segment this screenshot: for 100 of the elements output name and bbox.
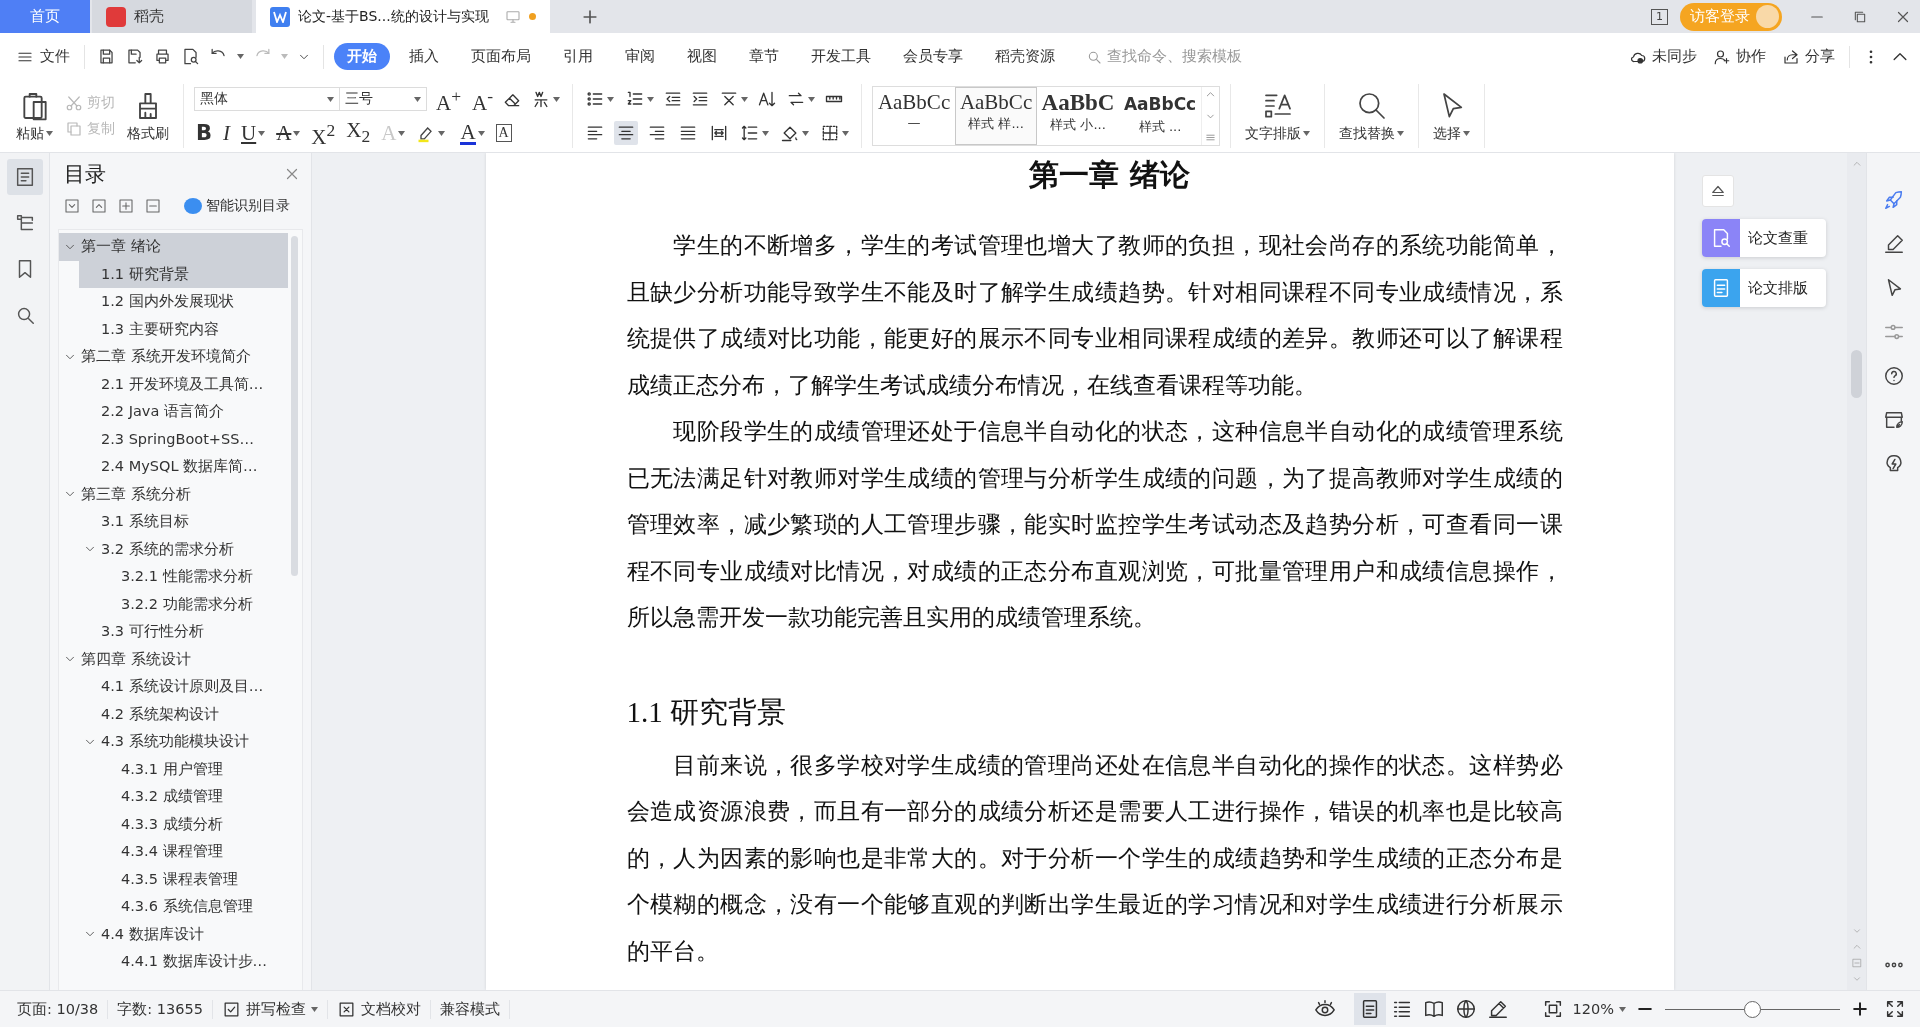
- expand-all-icon[interactable]: [64, 198, 80, 214]
- style-preset[interactable]: AaBbCc —: [873, 87, 956, 145]
- toc-item[interactable]: 4.4.1 数据库设计步…: [99, 948, 288, 976]
- window-count-badge[interactable]: 1: [1651, 8, 1668, 25]
- toc-item[interactable]: 4.1 系统设计原则及目…: [79, 673, 288, 701]
- ribbon-tab[interactable]: 稻壳资源: [982, 43, 1068, 70]
- boxed-format-button[interactable]: A: [493, 124, 514, 142]
- text-layout-button[interactable]: 文字排版: [1241, 87, 1315, 145]
- find-button[interactable]: 查找替换: [1335, 87, 1409, 145]
- color-format-button[interactable]: A: [458, 121, 487, 145]
- toc-item[interactable]: 2.4 MySQL 数据库简…: [79, 453, 288, 481]
- save-icon[interactable]: [97, 47, 116, 66]
- ribbon-tab[interactable]: 开始: [334, 43, 390, 70]
- side-tool-button[interactable]: 论文查重: [1702, 219, 1826, 257]
- toc-item[interactable]: 第二章 系统开发环境简介: [59, 343, 288, 371]
- plain-format-button[interactable]: A$^{-}$: [470, 83, 496, 115]
- plain-format-button[interactable]: A$^{+}$: [434, 83, 464, 115]
- document-tab[interactable]: 论文-基于BS...统的设计与实现: [256, 0, 550, 33]
- sync-status-button[interactable]: 未同步: [1629, 47, 1697, 66]
- font-name-field[interactable]: 黑体: [194, 87, 340, 111]
- toc-item[interactable]: 3.2.2 功能需求分析: [99, 590, 288, 618]
- bold-format-button[interactable]: B: [194, 121, 214, 145]
- style-preset[interactable]: AaBbC 样式 小...: [1037, 87, 1120, 145]
- file-menu[interactable]: 文件: [16, 47, 70, 66]
- ribbon-tab[interactable]: 引用: [550, 43, 606, 70]
- zoom-in-icon[interactable]: [1850, 999, 1870, 1019]
- store-tab[interactable]: 稻壳: [92, 0, 252, 33]
- share-button[interactable]: 分享: [1782, 47, 1835, 66]
- toc-item[interactable]: 1.1 研究背景: [79, 260, 288, 288]
- spell-check-button[interactable]: 拼写检查: [212, 999, 328, 1019]
- toc-item[interactable]: 1.2 国内外发展现状: [79, 288, 288, 316]
- ribbon-tab[interactable]: 视图: [674, 43, 730, 70]
- toc-item[interactable]: 4.3.5 课程表管理: [99, 865, 288, 893]
- toc-item[interactable]: 3.3 可行性分析: [79, 618, 288, 646]
- fullscreen-icon[interactable]: [1884, 998, 1906, 1020]
- side-tool-button[interactable]: 论文排版: [1702, 269, 1826, 307]
- slider-thumb[interactable]: [1744, 1000, 1761, 1018]
- style-preset[interactable]: AaBbCc 样式 样...: [955, 87, 1038, 145]
- collapse-all-icon[interactable]: [91, 198, 107, 214]
- rocket-icon[interactable]: [1882, 189, 1905, 211]
- italic-format-button[interactable]: I: [221, 121, 232, 145]
- toc-item[interactable]: 4.3 系统功能模块设计: [79, 728, 288, 756]
- toc-item[interactable]: 第四章 系统设计: [59, 645, 288, 673]
- caret-icon: [46, 131, 53, 136]
- gallery-more-icon[interactable]: [1205, 132, 1217, 143]
- toc-item[interactable]: 4.3.2 成绩管理: [99, 783, 288, 811]
- scrollbar-thumb[interactable]: [1851, 350, 1862, 398]
- ribbon-tab[interactable]: 页面布局: [458, 43, 544, 70]
- scrollbar-thumb[interactable]: [291, 236, 298, 576]
- page-view-button[interactable]: [1353, 993, 1386, 1025]
- font-size-field[interactable]: 三号: [339, 87, 427, 111]
- avatar-icon: [1756, 5, 1779, 28]
- style-preset[interactable]: AaBbCc 样式 ...: [1119, 87, 1202, 145]
- caret-icon: [808, 96, 816, 102]
- toc-item[interactable]: 3.1 系统目标: [79, 508, 288, 536]
- assistant-icon: [184, 198, 202, 214]
- toc-item[interactable]: 2.2 Java 语言简介: [79, 398, 288, 426]
- toc-item[interactable]: 3.2 系统的需求分析: [79, 535, 288, 563]
- toc-item[interactable]: 4.3.3 成绩分析: [99, 810, 288, 838]
- promote-icon[interactable]: [118, 198, 134, 214]
- caret-icon: [607, 96, 615, 102]
- export-icon[interactable]: [125, 47, 144, 66]
- toc-item[interactable]: 第一章 绪论: [59, 233, 288, 261]
- smart-toc-button[interactable]: 智能识别目录: [184, 197, 290, 215]
- underline-format-button[interactable]: U: [239, 121, 268, 145]
- ribbon-tab[interactable]: 审阅: [612, 43, 668, 70]
- pen-icon[interactable]: [1882, 233, 1905, 255]
- toc-item[interactable]: 4.3.1 用户管理: [99, 755, 288, 783]
- select-button[interactable]: 选择: [1429, 87, 1475, 145]
- store-icon[interactable]: [1882, 409, 1905, 431]
- ribbon-tab[interactable]: 章节: [736, 43, 792, 70]
- ribbon-tab[interactable]: 开发工具: [798, 43, 884, 70]
- word-count[interactable]: 字数: 13655: [108, 999, 213, 1019]
- align-center-button[interactable]: [614, 121, 639, 145]
- toc-item[interactable]: 4.3.4 课程管理: [99, 838, 288, 866]
- help-icon[interactable]: [1882, 365, 1905, 387]
- toc-item[interactable]: 2.3 SpringBoot+SS…: [79, 425, 288, 453]
- collaborate-button[interactable]: 协作: [1713, 47, 1766, 66]
- ribbon-tab[interactable]: 插入: [396, 43, 452, 70]
- page-count[interactable]: 页面: 10/38: [8, 999, 109, 1019]
- paste-button[interactable]: 粘贴: [12, 87, 57, 145]
- print-icon[interactable]: [153, 47, 172, 66]
- home-tab[interactable]: 首页: [0, 0, 90, 33]
- toc-item[interactable]: 4.3.6 系统信息管理: [99, 893, 288, 921]
- format-painter-button[interactable]: 格式刷: [123, 87, 173, 145]
- toc-item[interactable]: 1.3 主要研究内容: [79, 315, 288, 343]
- print-preview-icon[interactable]: [181, 47, 200, 66]
- ribbon-tab[interactable]: 会员专享: [890, 43, 976, 70]
- plain-format-button[interactable]: X$_{2}$: [344, 117, 373, 149]
- plain-format-button[interactable]: X$^{2}$: [309, 117, 338, 149]
- strike-format-button[interactable]: A: [274, 121, 303, 145]
- toc-item[interactable]: 4.4 数据库设计: [79, 920, 288, 948]
- toc-item[interactable]: 4.2 系统架构设计: [79, 700, 288, 728]
- toc-item[interactable]: 2.1 开发环境及工具简…: [79, 370, 288, 398]
- caret-icon: [842, 130, 850, 136]
- toc-item[interactable]: 第三章 系统分析: [59, 480, 288, 508]
- toc-item[interactable]: 3.2.1 性能需求分析: [99, 563, 288, 591]
- proofread-button[interactable]: 文档校对: [327, 999, 431, 1019]
- zoom-level-dropdown[interactable]: 120%: [1563, 1001, 1635, 1017]
- sort-icon[interactable]: [757, 89, 778, 109]
